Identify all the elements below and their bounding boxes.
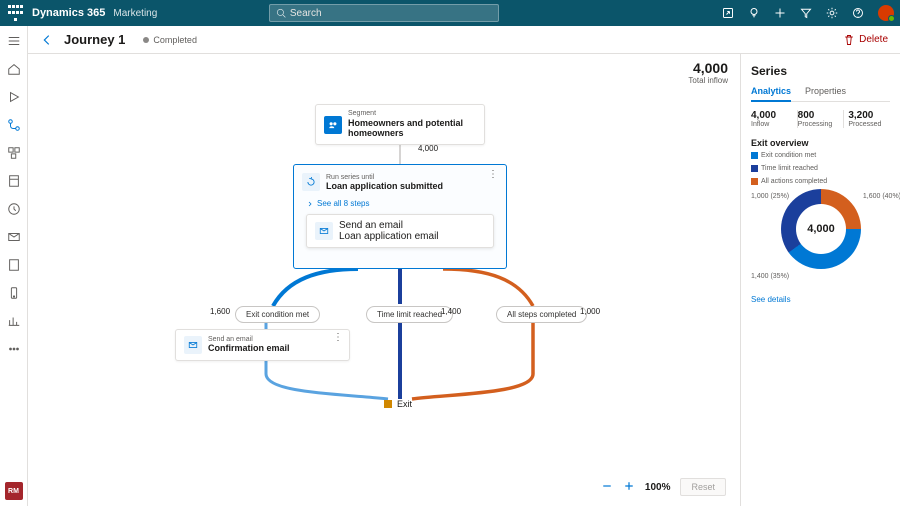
trash-icon bbox=[843, 34, 855, 46]
donut-label-tr: 1,600 (40%) bbox=[863, 193, 900, 200]
panel-title: Series bbox=[751, 64, 890, 78]
tile-confirmation-email[interactable]: Send an email Confirmation email ⋮ bbox=[175, 329, 350, 361]
add-icon[interactable] bbox=[774, 7, 786, 19]
filter-icon[interactable] bbox=[800, 7, 812, 19]
donut-label-tl: 1,000 (25%) bbox=[751, 193, 789, 200]
total-inflow: 4,000 Total inflow bbox=[688, 60, 728, 85]
tile-segment[interactable]: Segment Homeowners and potential homeown… bbox=[315, 104, 485, 145]
tab-analytics[interactable]: Analytics bbox=[751, 86, 791, 102]
donut-label-bl: 1,400 (35%) bbox=[751, 273, 789, 280]
donut-chart: 4,000 bbox=[781, 189, 861, 269]
journey-status: Completed bbox=[143, 35, 197, 45]
status-dot-icon bbox=[143, 37, 149, 43]
branch-count-left: 1,600 bbox=[210, 307, 230, 316]
series-more-icon[interactable]: ⋮ bbox=[488, 173, 498, 177]
page-title: Journey 1 bbox=[64, 32, 125, 47]
exit-overview-title: Exit overview bbox=[751, 138, 890, 148]
branch-count-right: 1,000 bbox=[580, 307, 600, 316]
global-nav: Dynamics 365 Marketing Search bbox=[0, 0, 900, 26]
rail-page-icon[interactable] bbox=[5, 256, 23, 274]
global-search[interactable]: Search bbox=[269, 4, 499, 22]
metric-processed: 3,200 Processed bbox=[844, 110, 890, 128]
rail-chart-icon[interactable] bbox=[5, 312, 23, 330]
rail-menu-icon[interactable] bbox=[5, 32, 23, 50]
chevron-right-icon bbox=[306, 200, 314, 208]
metrics-row: 4,000 Inflow 800 Processing 3,200 Proces… bbox=[751, 110, 890, 128]
rail-user-badge[interactable]: RM bbox=[5, 482, 23, 500]
zoom-level: 100% bbox=[645, 482, 671, 493]
branch-pill-time-limit[interactable]: Time limit reached bbox=[366, 306, 453, 323]
global-actions bbox=[722, 5, 894, 21]
legend-exit-condition: Exit condition met bbox=[751, 152, 816, 159]
zoom-reset-button[interactable]: Reset bbox=[680, 478, 726, 496]
tile-series-step-email[interactable]: Send an email Loan application email bbox=[306, 214, 494, 248]
confirm-more-icon[interactable]: ⋮ bbox=[333, 336, 343, 340]
branch-pill-all-steps[interactable]: All steps completed bbox=[496, 306, 587, 323]
status-label: Completed bbox=[153, 35, 197, 45]
email-icon bbox=[315, 222, 333, 240]
exit-overview-chart: 1,000 (25%) 1,600 (40%) 4,000 1,400 (35%… bbox=[751, 189, 891, 289]
exit-icon bbox=[384, 400, 392, 408]
donut-center-value: 4,000 bbox=[807, 223, 835, 235]
zoom-controls: 100% Reset bbox=[601, 478, 726, 496]
branch-count-middle: 1,400 bbox=[441, 307, 461, 316]
app-launcher-icon[interactable] bbox=[6, 4, 24, 22]
rail-mobile-icon[interactable] bbox=[5, 284, 23, 302]
zoom-out-button[interactable] bbox=[601, 480, 613, 495]
settings-icon[interactable] bbox=[826, 7, 838, 19]
app-area: Marketing bbox=[113, 8, 157, 19]
rail-template-icon[interactable] bbox=[5, 172, 23, 190]
rail-more-icon[interactable] bbox=[5, 340, 23, 358]
segment-icon bbox=[324, 116, 342, 134]
details-panel: Series Analytics Properties 4,000 Inflow… bbox=[740, 54, 900, 506]
metric-processing: 800 Processing bbox=[798, 110, 845, 128]
rail-home-icon[interactable] bbox=[5, 60, 23, 78]
rail-history-icon[interactable] bbox=[5, 200, 23, 218]
search-icon bbox=[276, 8, 286, 18]
back-button[interactable] bbox=[40, 33, 54, 47]
legend-all-actions: All actions completed bbox=[751, 178, 827, 185]
branch-pill-exit-condition[interactable]: Exit condition met bbox=[235, 306, 320, 323]
user-avatar[interactable] bbox=[878, 5, 894, 21]
page-header: Journey 1 Completed Delete bbox=[28, 26, 900, 54]
rail-segments-icon[interactable] bbox=[5, 144, 23, 162]
series-icon bbox=[302, 173, 320, 191]
segment-outflow-count: 4,000 bbox=[418, 144, 438, 153]
tile-series[interactable]: Run series until Loan application submit… bbox=[293, 164, 507, 269]
legend-time-limit: Time limit reached bbox=[751, 165, 818, 172]
rail-email-icon[interactable] bbox=[5, 228, 23, 246]
chart-legend: Exit condition met Time limit reached Al… bbox=[751, 152, 890, 185]
tile-exit: Exit bbox=[384, 399, 412, 409]
metric-inflow: 4,000 Inflow bbox=[751, 110, 798, 128]
tab-properties[interactable]: Properties bbox=[805, 86, 846, 101]
panel-tabs: Analytics Properties bbox=[751, 86, 890, 102]
see-all-steps-link[interactable]: See all 8 steps bbox=[300, 197, 500, 214]
see-details-link[interactable]: See details bbox=[751, 295, 890, 304]
email-icon bbox=[184, 336, 202, 354]
zoom-in-button[interactable] bbox=[623, 480, 635, 495]
delete-button[interactable]: Delete bbox=[843, 34, 888, 46]
left-nav-rail: RM bbox=[0, 26, 28, 506]
search-placeholder: Search bbox=[290, 8, 322, 19]
help-icon[interactable] bbox=[852, 7, 864, 19]
rail-play-icon[interactable] bbox=[5, 88, 23, 106]
journey-canvas[interactable]: 4,000 Total inflow Segment Homeowners an… bbox=[28, 54, 740, 506]
lightbulb-icon[interactable] bbox=[748, 7, 760, 19]
rail-journey-icon[interactable] bbox=[5, 116, 23, 134]
app-name: Dynamics 365 bbox=[32, 7, 105, 19]
share-icon[interactable] bbox=[722, 7, 734, 19]
